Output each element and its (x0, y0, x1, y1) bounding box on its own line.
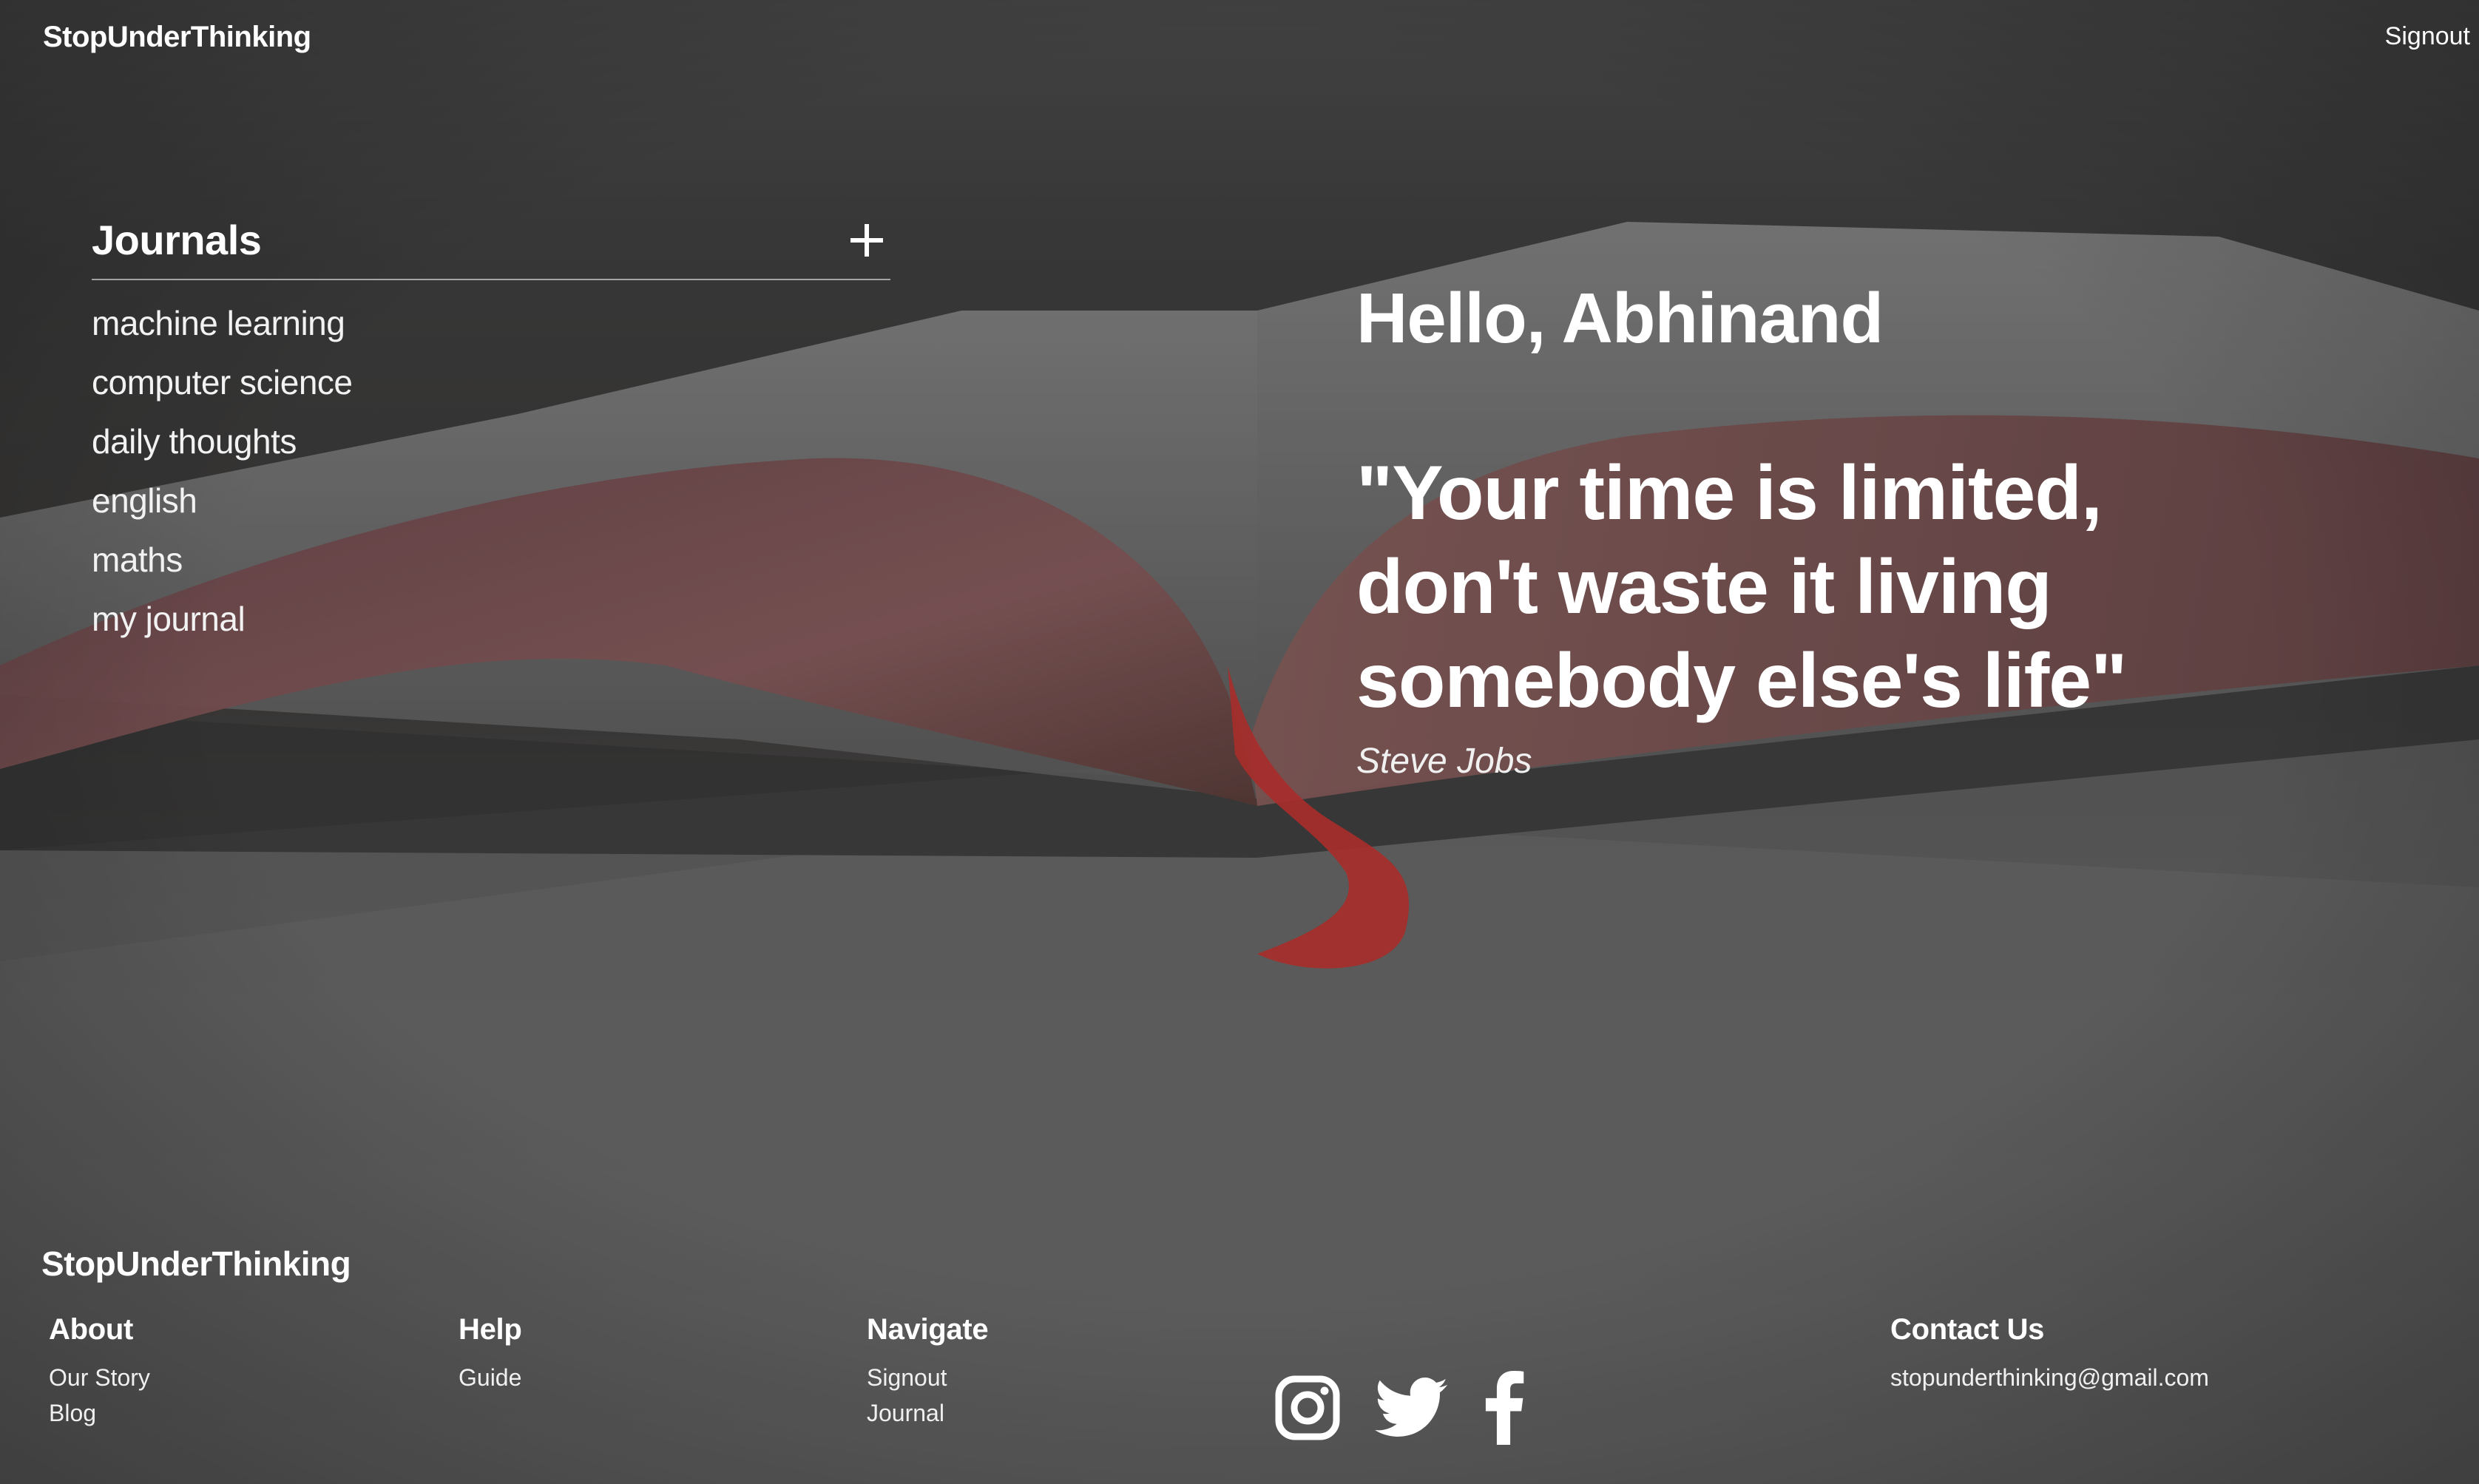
site-logo[interactable]: StopUnderThinking (43, 21, 311, 54)
footer-link-our-story[interactable]: Our Story (49, 1360, 150, 1395)
footer-navigate-column: Navigate Signout Journal (867, 1313, 989, 1431)
facebook-icon[interactable] (1482, 1371, 1525, 1449)
journal-item-machine-learning[interactable]: machine learning (92, 294, 890, 353)
journals-header: Journals (92, 216, 890, 280)
footer-about-column: About Our Story Blog (49, 1313, 150, 1431)
twitter-icon[interactable] (1374, 1378, 1448, 1442)
footer-help-column: Help Guide (459, 1313, 522, 1395)
footer-logo[interactable]: StopUnderThinking (41, 1244, 351, 1284)
journal-item-daily-thoughts[interactable]: daily thoughts (92, 412, 890, 471)
footer-link-signout[interactable]: Signout (867, 1360, 988, 1395)
journal-item-my-journal[interactable]: my journal (92, 589, 890, 648)
journal-item-english[interactable]: english (92, 471, 890, 530)
journals-panel: Journals machine learning computer scien… (92, 216, 890, 648)
journal-list: machine learning computer science daily … (92, 294, 890, 648)
journals-title: Journals (92, 217, 262, 263)
journal-item-maths[interactable]: maths (92, 530, 890, 589)
greeting-heading: Hello, Abhinand (1356, 279, 1884, 358)
social-links (1275, 1371, 1525, 1449)
footer-contact-title: Contact Us (1890, 1313, 2045, 1346)
footer-help-title: Help (459, 1313, 522, 1346)
footer-link-journal[interactable]: Journal (867, 1395, 988, 1431)
contact-email-link[interactable]: stopunderthinking@gmail.com (1890, 1360, 2209, 1395)
plus-icon[interactable] (850, 224, 883, 257)
footer-navigate-title: Navigate (867, 1313, 989, 1346)
instagram-icon[interactable] (1275, 1375, 1340, 1444)
footer-link-blog[interactable]: Blog (49, 1395, 150, 1431)
journal-item-computer-science[interactable]: computer science (92, 353, 890, 412)
footer-contact-column: Contact Us stopunderthinking@gmail.com (1890, 1313, 2209, 1395)
quote-author: Steve Jobs (1356, 742, 1532, 781)
signout-link[interactable]: Signout (2385, 22, 2470, 51)
footer-about-title: About (49, 1313, 134, 1346)
footer-link-guide[interactable]: Guide (459, 1360, 521, 1395)
quote-text: "Your time is limited, don't waste it li… (1356, 450, 2127, 724)
